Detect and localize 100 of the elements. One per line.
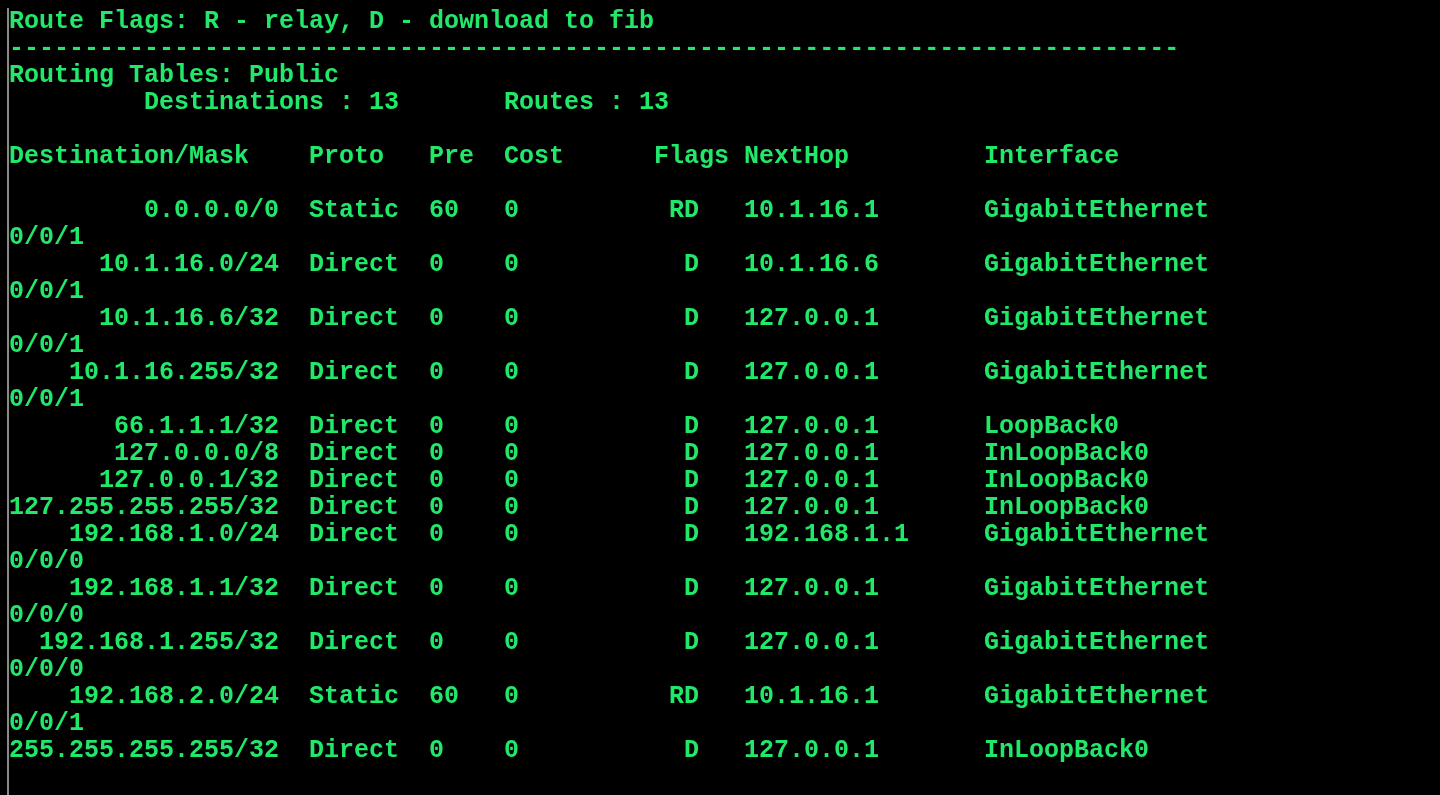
table-cell-text: D xyxy=(683,629,700,656)
table-cell: GigabitEthernet xyxy=(984,305,1210,332)
table-cell-text: 0 xyxy=(504,413,521,440)
table-cell-text: InLoopBack0 xyxy=(984,440,1151,467)
routes-count: Routes : 13 xyxy=(504,89,670,116)
table-cell-text: Direct xyxy=(309,467,401,494)
table-cell: GigabitEthernet xyxy=(984,683,1210,710)
table-cell-text: 0 xyxy=(504,197,521,224)
table-cell: GigabitEthernet xyxy=(984,197,1210,224)
table-cell-text: 127.0.0.1 xyxy=(744,737,881,764)
table-cell-text: 192.168.1.255/32 xyxy=(38,629,280,656)
table-cell-text: 0 xyxy=(504,467,521,494)
table-cell-text: 192.168.2.0/24 xyxy=(68,683,280,710)
table-cell: 0/0/1 xyxy=(9,224,84,251)
table-cell-text: D xyxy=(683,305,700,332)
column-header: Interface xyxy=(984,143,1121,170)
table-cell-text: InLoopBack0 xyxy=(984,467,1151,494)
table-cell-text: 127.0.0.1 xyxy=(744,494,881,521)
table-cell-text: Direct xyxy=(309,440,401,467)
table-cell-text: 0 xyxy=(504,440,521,467)
table-title: Routing Tables: Public xyxy=(9,62,340,89)
table-cell: 0/0/0 xyxy=(9,602,84,629)
table-cell-text: 10.1.16.6/32 xyxy=(98,305,280,332)
table-cell-text: 0 xyxy=(504,494,521,521)
flags-legend: Route Flags: R - relay, D - download to fib xyxy=(9,8,655,35)
table-cell-text: D xyxy=(683,359,700,386)
table-cell-text: 0 xyxy=(429,521,446,548)
table-cell-text: 10.1.16.1 xyxy=(744,683,881,710)
table-cell-text: 60 xyxy=(429,197,461,224)
table-cell-text: RD xyxy=(668,197,700,224)
table-cell: 0/0/0 xyxy=(9,656,84,683)
table-cell-text: 0 xyxy=(429,737,446,764)
table-cell-text: 0 xyxy=(504,251,521,278)
table-cell: 0/0/0 xyxy=(9,548,84,575)
table-cell-text: InLoopBack0 xyxy=(984,737,1151,764)
table-cell-text: 0 xyxy=(429,575,446,602)
table-cell-text: Static xyxy=(309,197,401,224)
table-cell: 0/0/1 xyxy=(9,710,84,737)
table-cell-text: InLoopBack0 xyxy=(984,494,1151,521)
table-cell-text: 0.0.0.0/0 xyxy=(143,197,280,224)
table-cell-text: 0 xyxy=(504,305,521,332)
table-cell-text: 0 xyxy=(504,521,521,548)
table-cell-text: 0 xyxy=(429,629,446,656)
table-cell-text: Direct xyxy=(309,251,401,278)
table-cell-text: 127.0.0.1 xyxy=(744,305,881,332)
table-cell-text: 0 xyxy=(504,359,521,386)
table-cell-text: 127.0.0.1 xyxy=(744,629,881,656)
separator-line: ------------------------------------------------------------------------------ xyxy=(9,35,1180,62)
table-cell-text: Direct xyxy=(309,629,401,656)
table-cell-text: 10.1.16.0/24 xyxy=(98,251,280,278)
table-cell-text: D xyxy=(683,737,700,764)
table-cell: GigabitEthernet xyxy=(984,575,1210,602)
table-cell-text: 10.1.16.6 xyxy=(744,251,881,278)
table-cell-text: 127.0.0.1 xyxy=(744,359,881,386)
table-cell-text: LoopBack0 xyxy=(984,413,1121,440)
table-cell: 0/0/1 xyxy=(9,386,84,413)
table-cell-text: 0 xyxy=(504,737,521,764)
column-header: NextHop xyxy=(744,143,851,170)
table-cell-text: 0 xyxy=(504,683,521,710)
destinations-count: Destinations : 13 xyxy=(144,89,400,116)
table-cell-text: Direct xyxy=(309,737,401,764)
table-cell-text: D xyxy=(683,413,700,440)
table-cell-text: 0 xyxy=(429,467,446,494)
table-cell-text: 192.168.1.0/24 xyxy=(68,521,280,548)
table-cell-text: 0 xyxy=(429,359,446,386)
column-header: Flags xyxy=(654,143,731,170)
table-cell-text: 0 xyxy=(429,413,446,440)
column-header: Pre xyxy=(429,143,476,170)
table-cell-text: 0 xyxy=(429,251,446,278)
table-cell-text: 60 xyxy=(429,683,461,710)
table-cell-text: 0 xyxy=(504,629,521,656)
table-cell: GigabitEthernet xyxy=(984,521,1210,548)
table-cell: 0/0/1 xyxy=(9,278,84,305)
table-cell-text: 127.0.0.1 xyxy=(744,413,881,440)
table-cell-text: 0 xyxy=(429,440,446,467)
table-cell-text: 127.0.0.1 xyxy=(744,440,881,467)
table-cell-text: 0 xyxy=(429,305,446,332)
table-cell-text: 10.1.16.255/32 xyxy=(68,359,280,386)
table-cell-text: D xyxy=(683,467,700,494)
table-cell-text: 66.1.1.1/32 xyxy=(113,413,280,440)
column-header: Destination/Mask xyxy=(9,143,251,170)
table-cell-text: 0 xyxy=(429,494,446,521)
table-cell-text: Direct xyxy=(309,575,401,602)
table-cell-text: 127.0.0.1/32 xyxy=(98,467,280,494)
table-cell-text: Static xyxy=(309,683,401,710)
table-cell-text: 127.0.0.0/8 xyxy=(113,440,280,467)
table-cell-text: RD xyxy=(668,683,700,710)
table-cell-text: Direct xyxy=(309,494,401,521)
table-cell-text: D xyxy=(683,440,700,467)
table-cell: GigabitEthernet xyxy=(984,359,1210,386)
table-cell-text: D xyxy=(683,251,700,278)
table-cell-text: 127.0.0.1 xyxy=(744,467,881,494)
column-header: Cost xyxy=(504,143,566,170)
table-cell-text: 10.1.16.1 xyxy=(744,197,881,224)
table-cell-text: D xyxy=(683,575,700,602)
table-cell: 0/0/1 xyxy=(9,332,84,359)
table-cell: 255.255.255.255/32 xyxy=(9,737,280,764)
table-cell-text: Direct xyxy=(309,359,401,386)
table-cell-text: 192.168.1.1 xyxy=(744,521,911,548)
table-cell-text: 0 xyxy=(504,575,521,602)
